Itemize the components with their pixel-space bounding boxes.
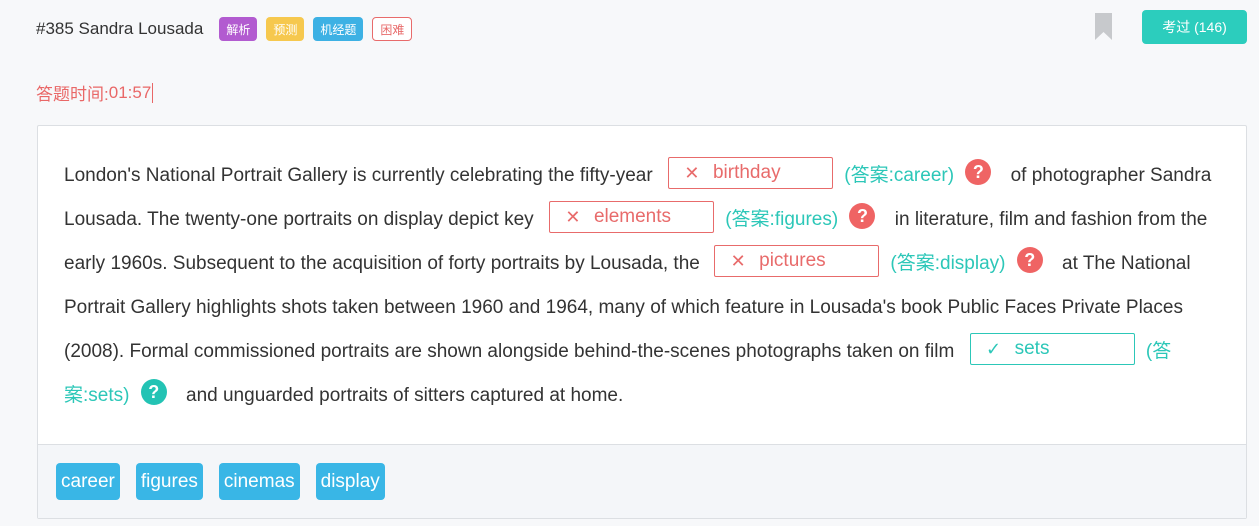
- blank-1-user-answer: birthday: [712, 161, 781, 183]
- passage-segment: and unguarded portraits of sitters captu…: [186, 385, 624, 406]
- wrong-mark-icon: ✕: [565, 206, 581, 227]
- blank-1-input[interactable]: ✕ birthday: [667, 156, 833, 189]
- passage-segment: London's National Portrait Gallery is cu…: [64, 165, 653, 186]
- blank-1-correct-answer: (答案:career): [844, 165, 955, 186]
- question-mark-icon[interactable]: ?: [965, 158, 992, 185]
- text-caret: [152, 82, 154, 103]
- blank-4-input[interactable]: ✓ sets: [969, 332, 1135, 365]
- option-career[interactable]: career: [56, 463, 120, 500]
- passage-text: London's National Portrait Gallery is cu…: [64, 154, 1224, 418]
- tag-difficulty: 困难: [372, 17, 413, 41]
- header: #385 Sandra Lousada 解析 预测 机经题 困难: [36, 12, 1248, 46]
- option-display[interactable]: display: [315, 463, 385, 500]
- tag-machine-question[interactable]: 机经题: [313, 17, 364, 41]
- question-mark-icon[interactable]: ?: [849, 202, 876, 229]
- question-mark-icon[interactable]: ?: [1016, 246, 1043, 273]
- word-options-bar: career figures cinemas display: [38, 444, 1246, 518]
- blank-3-correct-answer: (答案:display): [890, 253, 1006, 274]
- wrong-mark-icon: ✕: [730, 250, 746, 271]
- tag-prediction[interactable]: 预测: [266, 17, 305, 41]
- blank-2-correct-answer: (答案:figures): [725, 209, 839, 230]
- option-cinemas[interactable]: cinemas: [218, 463, 300, 500]
- passed-count-button[interactable]: 考过 (146): [1142, 10, 1247, 44]
- question-title: #385 Sandra Lousada: [36, 19, 204, 38]
- tag-analysis[interactable]: 解析: [219, 17, 258, 41]
- check-mark-icon: ✓: [986, 338, 1002, 359]
- blank-2-user-answer: elements: [593, 205, 672, 227]
- timer-label: 答题时间:: [36, 85, 109, 104]
- question-card: London's National Portrait Gallery is cu…: [37, 125, 1247, 519]
- blank-3-user-answer: pictures: [759, 249, 826, 271]
- blank-3-input[interactable]: ✕ pictures: [714, 244, 880, 277]
- wrong-mark-icon: ✕: [684, 162, 700, 183]
- bookmark-icon[interactable]: [1095, 13, 1112, 40]
- blank-4-user-answer: sets: [1014, 337, 1050, 359]
- question-mark-icon[interactable]: ?: [140, 378, 167, 405]
- blank-2-input[interactable]: ✕ elements: [548, 200, 714, 233]
- option-figures[interactable]: figures: [135, 463, 203, 500]
- answer-timer: 答题时间: 01:57: [36, 80, 154, 105]
- timer-value: 01:57: [108, 82, 152, 102]
